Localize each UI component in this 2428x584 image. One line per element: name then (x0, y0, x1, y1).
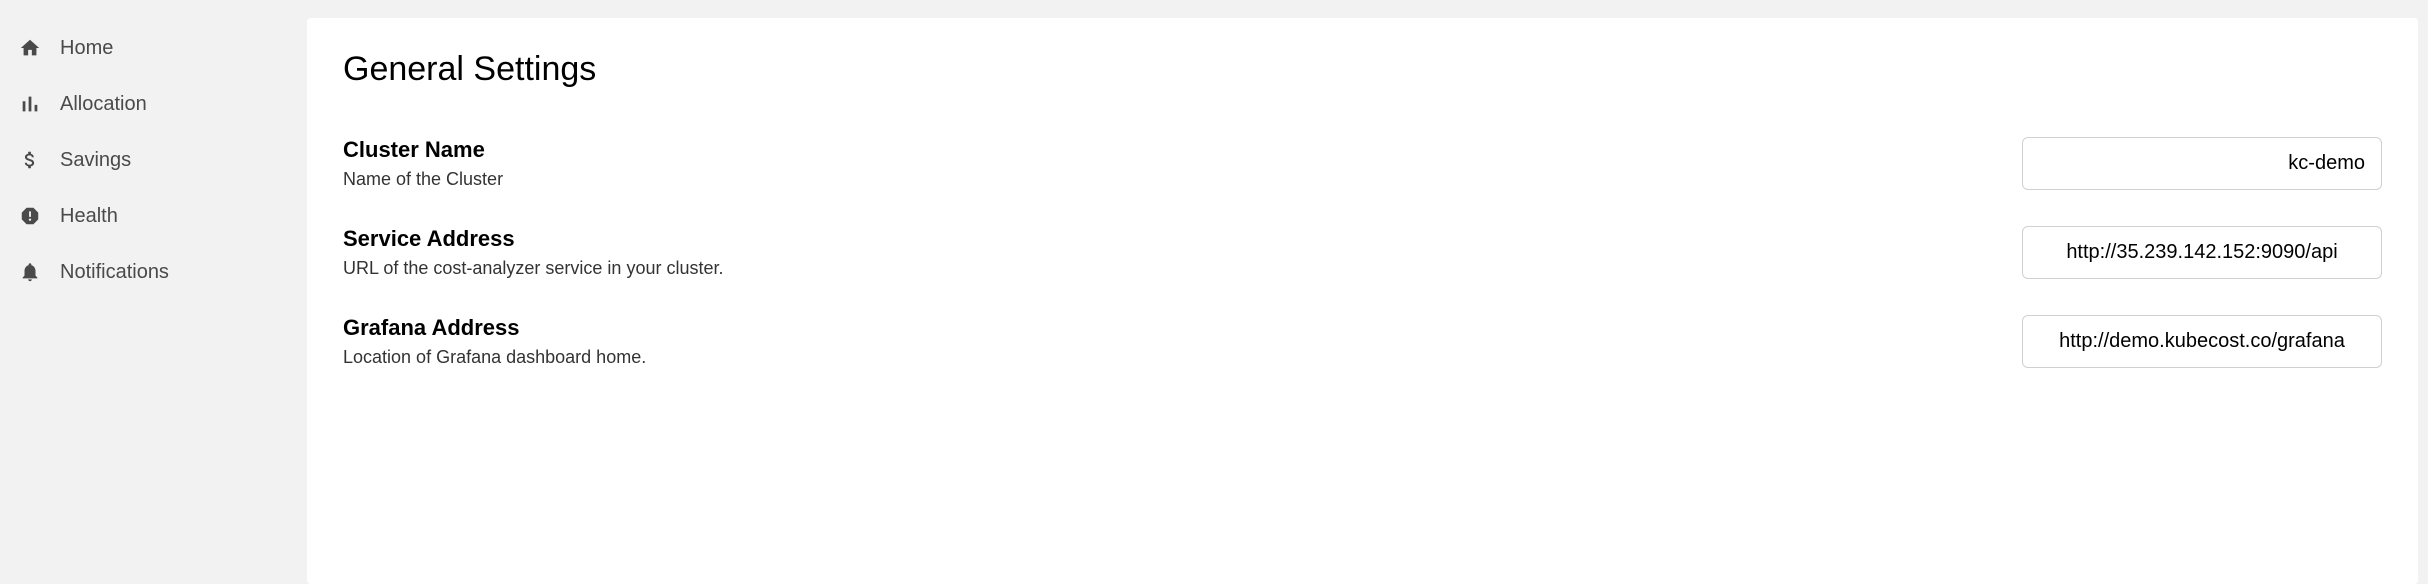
setting-row-service-address: Service Address URL of the cost-analyzer… (343, 226, 2382, 279)
sidebar-item-label: Allocation (60, 93, 147, 116)
sidebar-item-health[interactable]: Health (0, 188, 307, 244)
setting-info: Grafana Address Location of Grafana dash… (343, 315, 2022, 368)
alert-icon (18, 204, 42, 228)
sidebar-item-notifications[interactable]: Notifications (0, 244, 307, 300)
setting-desc: URL of the cost-analyzer service in your… (343, 258, 2022, 279)
sidebar-item-allocation[interactable]: Allocation (0, 76, 307, 132)
setting-info: Cluster Name Name of the Cluster (343, 137, 2022, 190)
main-panel: General Settings Cluster Name Name of th… (307, 18, 2418, 584)
setting-desc: Location of Grafana dashboard home. (343, 347, 2022, 368)
dollar-icon (18, 148, 42, 172)
sidebar-item-label: Savings (60, 149, 131, 172)
sidebar-item-home[interactable]: Home (0, 20, 307, 76)
bell-icon (18, 260, 42, 284)
sidebar: Home Allocation Savings Health Notificat… (0, 0, 307, 584)
service-address-input[interactable] (2022, 226, 2382, 279)
sidebar-item-label: Health (60, 205, 118, 228)
setting-row-grafana-address: Grafana Address Location of Grafana dash… (343, 315, 2382, 368)
home-icon (18, 36, 42, 60)
setting-row-cluster-name: Cluster Name Name of the Cluster (343, 137, 2382, 190)
bar-chart-icon (18, 92, 42, 116)
setting-label: Cluster Name (343, 137, 2022, 163)
sidebar-item-savings[interactable]: Savings (0, 132, 307, 188)
setting-label: Service Address (343, 226, 2022, 252)
grafana-address-input[interactable] (2022, 315, 2382, 368)
sidebar-item-label: Notifications (60, 261, 169, 284)
setting-desc: Name of the Cluster (343, 169, 2022, 190)
setting-info: Service Address URL of the cost-analyzer… (343, 226, 2022, 279)
sidebar-item-label: Home (60, 37, 113, 60)
setting-label: Grafana Address (343, 315, 2022, 341)
page-title: General Settings (343, 50, 2382, 89)
cluster-name-input[interactable] (2022, 137, 2382, 190)
